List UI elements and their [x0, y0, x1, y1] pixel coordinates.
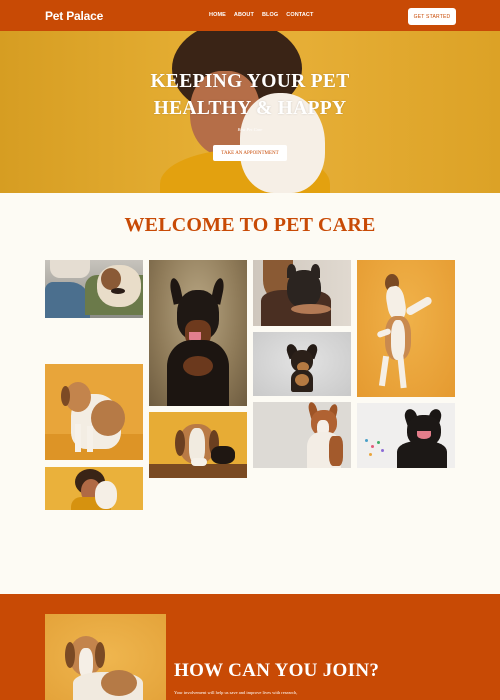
- nav-menu: HOME ABOUT BLOG CONTACT: [209, 12, 313, 18]
- photo-woman-holding-french-bulldog: [253, 260, 351, 326]
- photo-chihuahua: [253, 332, 351, 396]
- top-nav: Pet Palace HOME ABOUT BLOG CONTACT GET S…: [0, 0, 500, 31]
- photo-beagle-sitting: [45, 364, 143, 460]
- nav-link-contact[interactable]: CONTACT: [286, 12, 313, 18]
- welcome-heading: WELCOME TO PET CARE: [124, 214, 376, 236]
- photo-basenji: [253, 402, 351, 468]
- photo-black-french-bulldog: [357, 403, 455, 468]
- hero-title: KEEPING YOUR PET HEALTHY & HAPPY: [0, 68, 500, 122]
- photo-doberman: [149, 260, 247, 406]
- photo-bulldog-on-lap: [45, 260, 143, 318]
- get-started-button[interactable]: GET STARTED: [408, 8, 456, 25]
- appointment-button[interactable]: TAKE AN APPOINTMENT: [213, 145, 287, 161]
- brand-logo[interactable]: Pet Palace: [45, 9, 103, 23]
- hero-subtitle: Best Pet Care: [237, 127, 263, 132]
- photo-beagle-join: [45, 614, 166, 700]
- photo-beagle-lying: [149, 412, 247, 478]
- nav-link-about[interactable]: ABOUT: [234, 12, 254, 18]
- nav-link-home[interactable]: HOME: [209, 12, 226, 18]
- hero-title-line-1: KEEPING YOUR PET: [150, 71, 350, 92]
- join-heading: HOW CAN YOU JOIN?: [174, 660, 380, 681]
- join-description: Your involvement will help us save and i…: [174, 690, 298, 695]
- hero-title-line-2: HEALTHY & HAPPY: [153, 98, 347, 119]
- hero-banner: KEEPING YOUR PET HEALTHY & HAPPY Best Pe…: [0, 31, 500, 193]
- photo-dog-jumping: [357, 260, 455, 397]
- nav-link-blog[interactable]: BLOG: [262, 12, 278, 18]
- photo-woman-with-white-dog: [45, 467, 143, 510]
